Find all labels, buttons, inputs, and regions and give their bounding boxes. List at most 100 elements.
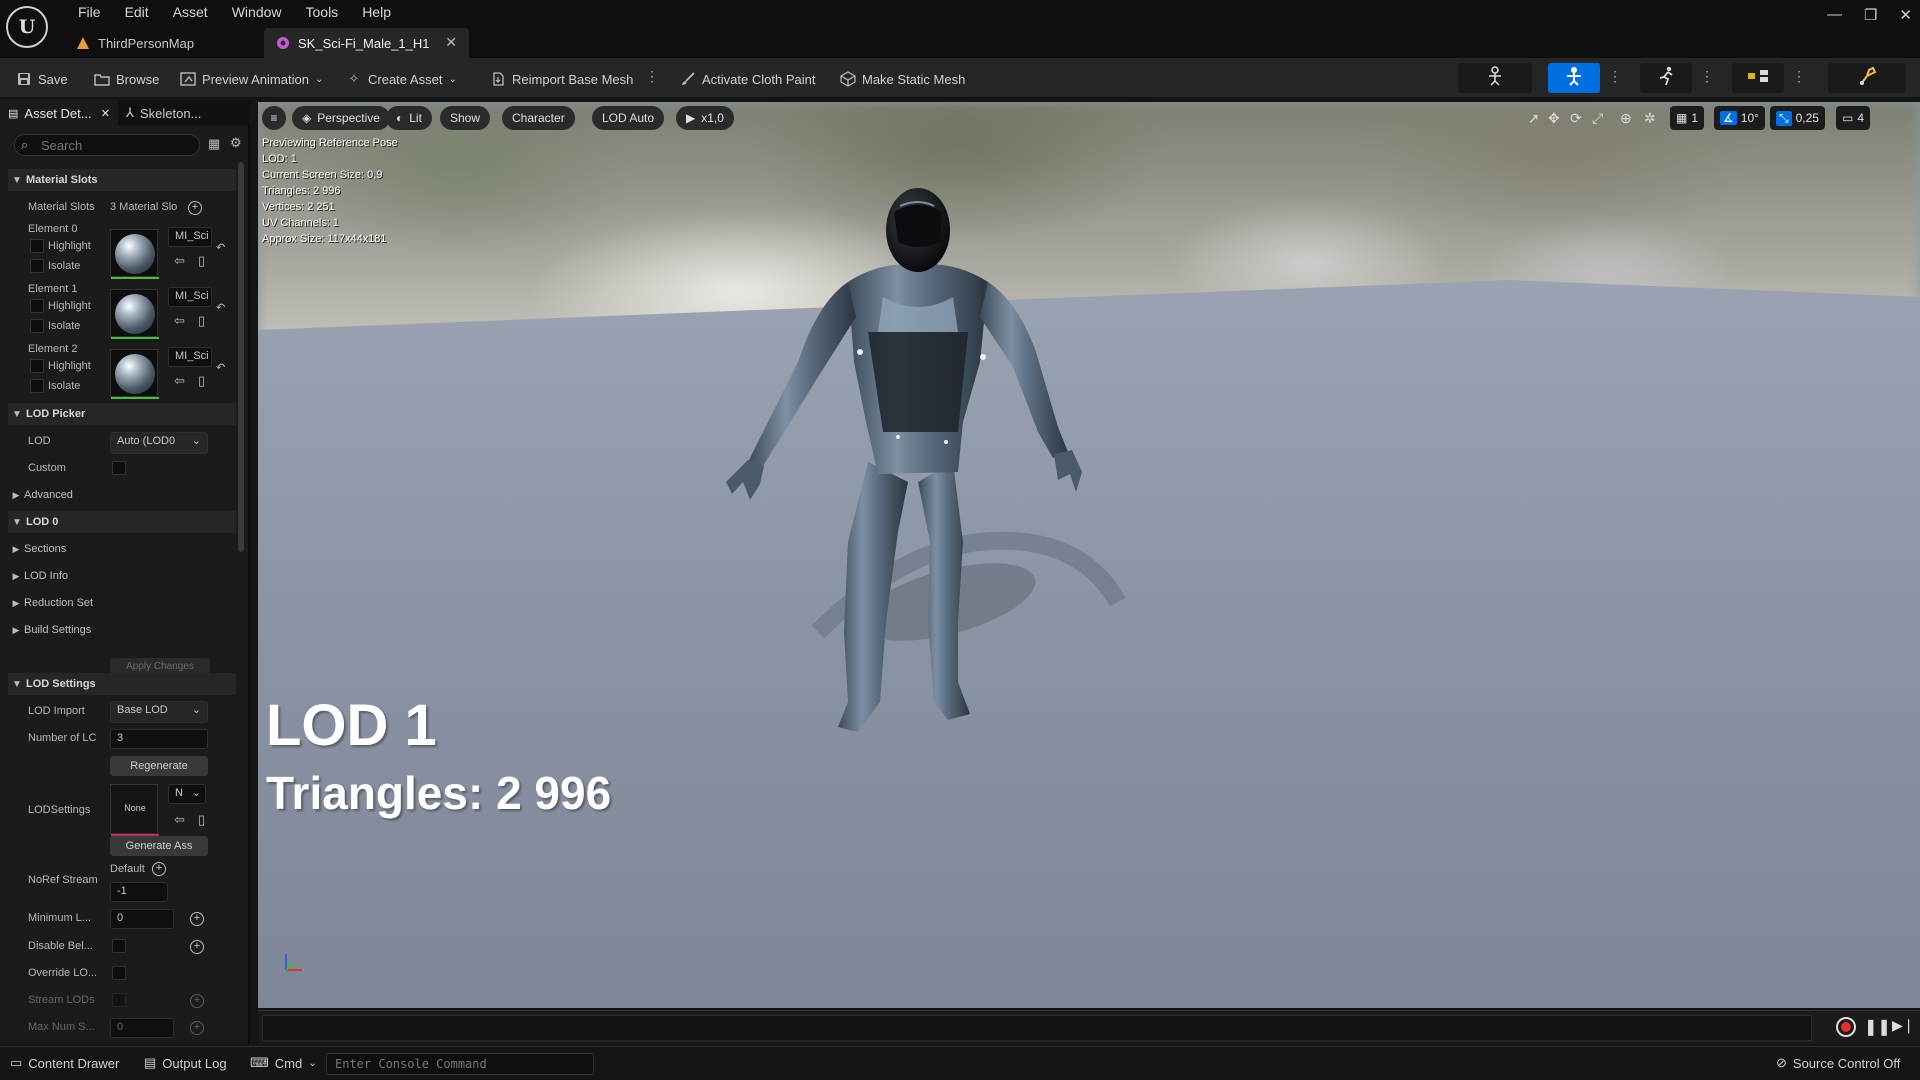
use-selected-icon[interactable]: ⇦ (174, 253, 185, 269)
minimum-lod-input[interactable]: 0 (110, 909, 174, 929)
material-combo[interactable]: MI_Sci (168, 287, 212, 307)
regenerate-button[interactable]: Regenerate (110, 756, 208, 776)
physics-mode-button[interactable] (1828, 63, 1906, 93)
stream-lods-checkbox[interactable] (112, 993, 126, 1007)
playback-speed-button[interactable]: ▶ x1,0 (676, 106, 734, 130)
scale-snap-toggle[interactable]: ⤡ 0,25 (1770, 106, 1825, 130)
mesh-mode-button[interactable] (1548, 63, 1600, 93)
browse-asset-icon[interactable]: ▯ (198, 313, 205, 329)
highlight-checkbox[interactable] (30, 299, 44, 313)
search-input[interactable] (41, 137, 191, 153)
max-num-streamed-input[interactable]: 0 (110, 1018, 174, 1038)
material-combo[interactable]: MI_Sci (168, 227, 212, 247)
panel-scrollbar[interactable] (238, 162, 244, 552)
reset-to-default-icon[interactable]: ↶ (216, 241, 225, 254)
lod0-header[interactable]: ▼ LOD 0 (8, 511, 236, 533)
build-settings-subsection[interactable]: ▶ Build Settings (8, 619, 236, 641)
reimport-button[interactable]: Reimport Base Mesh (490, 68, 633, 90)
surface-snap-icon[interactable]: ✲ (1644, 110, 1656, 127)
menu-edit[interactable]: Edit (113, 2, 161, 22)
tab-skeletal-mesh[interactable]: SK_Sci-Fi_Male_1_H1 ✕ (264, 28, 469, 58)
menu-asset[interactable]: Asset (161, 2, 220, 22)
isolate-checkbox[interactable] (30, 319, 44, 333)
lod-settings-header[interactable]: ▼ LOD Settings (8, 673, 236, 695)
search-box[interactable]: ⌕ (14, 134, 200, 156)
add-platform-override-icon[interactable]: + (190, 940, 204, 954)
material-thumbnail[interactable] (110, 229, 159, 279)
use-selected-icon[interactable]: ⇦ (174, 313, 185, 329)
lodsettings-thumbnail[interactable]: None (110, 784, 159, 836)
make-static-mesh-button[interactable]: Make Static Mesh (840, 68, 965, 90)
browse-button[interactable]: Browse (94, 68, 159, 90)
tab-thirdpersonmap[interactable]: ThirdPersonMap (64, 28, 264, 58)
isolate-checkbox[interactable] (30, 259, 44, 273)
add-platform-override-icon[interactable]: + (190, 994, 204, 1008)
scale-icon[interactable]: ⤢ (1592, 110, 1603, 127)
lod-picker-header[interactable]: ▼ LOD Picker (8, 403, 236, 425)
menu-tools[interactable]: Tools (294, 2, 351, 22)
menu-window[interactable]: Window (220, 2, 294, 22)
material-thumbnail[interactable] (110, 349, 159, 399)
rotate-icon[interactable]: ⟳ (1570, 110, 1582, 127)
add-material-slot-icon[interactable]: + (188, 201, 202, 215)
animation-mode-button[interactable] (1640, 63, 1692, 93)
timeline-track[interactable] (262, 1015, 1812, 1041)
generate-asset-button[interactable]: Generate Ass (110, 836, 208, 856)
noref-value-input[interactable]: -1 (110, 882, 168, 902)
unreal-logo-icon[interactable]: U (6, 6, 48, 48)
tab-skeleton-tree[interactable]: ⅄ Skeleton... (118, 100, 238, 126)
record-icon[interactable] (1836, 1017, 1856, 1037)
camera-speed-button[interactable]: ▭ 4 (1836, 106, 1871, 130)
animation-mode-options-icon[interactable]: ⋮ (1700, 68, 1714, 85)
save-button[interactable]: Save (16, 68, 68, 90)
close-tab-icon[interactable]: ✕ (101, 107, 110, 120)
minimize-icon[interactable]: — (1827, 6, 1842, 24)
apply-changes-button[interactable]: Apply Changes (110, 658, 210, 674)
preview-animation-button[interactable]: Preview Animation ⌄ (180, 68, 323, 90)
close-tab-icon[interactable]: ✕ (445, 34, 457, 51)
lod-info-subsection[interactable]: ▶ LOD Info (8, 565, 236, 587)
use-selected-icon[interactable]: ⇦ (174, 373, 185, 389)
material-slots-header[interactable]: ▼ Material Slots (8, 169, 236, 191)
table-view-icon[interactable]: ▦ (208, 136, 220, 152)
lodsettings-combo[interactable]: N ⌄ (168, 784, 206, 804)
translate-icon[interactable]: ✥ (1548, 110, 1560, 127)
world-space-icon[interactable]: ⊕ (1620, 110, 1632, 127)
material-thumbnail[interactable] (110, 289, 159, 339)
perspective-button[interactable]: ◈ Perspective (292, 106, 390, 130)
number-of-lods-input[interactable]: 3 (110, 729, 208, 749)
highlight-checkbox[interactable] (30, 359, 44, 373)
reset-to-default-icon[interactable]: ↶ (216, 301, 225, 314)
pause-icon[interactable]: ❚❚ (1864, 1017, 1891, 1037)
override-lod-streaming-checkbox[interactable] (112, 966, 126, 980)
lod-dropdown[interactable]: Auto (LOD0 ⌄ (110, 432, 208, 454)
cloth-paint-button[interactable]: Activate Cloth Paint (680, 68, 815, 90)
character-button[interactable]: Character (502, 106, 575, 130)
add-platform-override-icon[interactable]: + (190, 1021, 204, 1035)
browse-asset-icon[interactable]: ▯ (198, 373, 205, 389)
preview-viewport[interactable]: ≡ ◈ Perspective ◐ Lit Show Character LOD… (258, 102, 1920, 1008)
settings-gear-icon[interactable]: ⚙ (230, 135, 242, 151)
console-command-input[interactable] (326, 1053, 594, 1075)
viewport-menu-button[interactable]: ≡ (262, 106, 286, 130)
mesh-mode-options-icon[interactable]: ⋮ (1608, 68, 1622, 85)
angle-snap-toggle[interactable]: ∡ 10° (1714, 106, 1765, 130)
content-drawer-button[interactable]: ▭ Content Drawer (10, 1055, 119, 1071)
reset-to-default-icon[interactable]: ↶ (216, 361, 225, 374)
blueprint-mode-button[interactable] (1732, 63, 1784, 93)
tab-asset-details[interactable]: ▤ Asset Det... ✕ (0, 100, 118, 126)
skeleton-mode-button[interactable] (1458, 63, 1532, 93)
menu-help[interactable]: Help (350, 2, 403, 22)
cmd-dropdown[interactable]: ⌨ Cmd ⌄ (250, 1055, 317, 1071)
add-platform-override-icon[interactable]: + (152, 862, 166, 876)
browse-asset-icon[interactable]: ▯ (198, 253, 205, 269)
select-arrow-icon[interactable]: ➚ (1528, 110, 1540, 127)
material-combo[interactable]: MI_Sci (168, 347, 212, 367)
show-button[interactable]: Show (440, 106, 491, 130)
close-icon[interactable]: ✕ (1899, 6, 1912, 24)
menu-file[interactable]: File (66, 2, 113, 22)
more-options-icon[interactable]: ⋮ (645, 68, 659, 85)
lod-import-dropdown[interactable]: Base LOD ⌄ (110, 701, 208, 723)
blueprint-mode-options-icon[interactable]: ⋮ (1792, 68, 1806, 85)
disable-below-min-checkbox[interactable] (112, 939, 126, 953)
